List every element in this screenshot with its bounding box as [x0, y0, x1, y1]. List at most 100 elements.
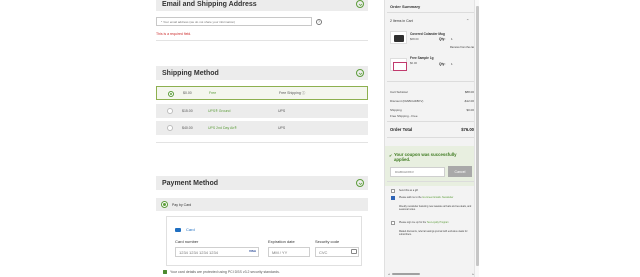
- shipping-name: UPS® Ground: [208, 109, 231, 113]
- qty-value[interactable]: 1: [451, 37, 453, 41]
- coupon-success-message: Your coupon was successfully applied.: [394, 152, 457, 162]
- product-image-sample: [390, 58, 407, 71]
- line-value: -$12.00: [463, 99, 474, 103]
- payment-section-header[interactable]: Payment Method: [156, 176, 368, 190]
- product-price: $0.00: [410, 61, 417, 65]
- order-summary-title: Order Summary: [390, 4, 421, 9]
- line-value: $0.00: [466, 108, 474, 112]
- collapse-chevron-icon[interactable]: [356, 69, 364, 77]
- payment-section-title: Payment Method: [162, 179, 219, 187]
- checkbox-checked[interactable]: [391, 196, 395, 200]
- help-icon[interactable]: ?: [316, 19, 322, 25]
- pay-method-label: Pay by Card: [172, 202, 192, 207]
- shipping-name: Free: [209, 91, 217, 95]
- email-section-title: Email and Shipping Address: [162, 0, 257, 8]
- product-price: $68.00: [410, 37, 419, 41]
- qty-label: Qty:: [439, 62, 446, 66]
- subtotal-line: Cart Subtotal $88.00: [390, 90, 474, 94]
- card-title: Card: [186, 227, 195, 232]
- discount-line: Discount (DIABCHF8KV) -$12.00: [390, 99, 474, 103]
- line-label: Shipping: [390, 108, 402, 112]
- chevron-up-icon[interactable]: ⌃: [466, 18, 469, 23]
- shipping-carrier: Free Shipping ⓘ: [279, 90, 306, 95]
- total-label: Order Total: [390, 127, 413, 132]
- expiration-input[interactable]: [268, 247, 310, 257]
- checkout-main: Email and Shipping Address ? This is a r…: [156, 0, 368, 277]
- divider: [156, 40, 368, 41]
- visa-logo-icon: VISA: [249, 249, 257, 253]
- collapse-chevron-icon[interactable]: [356, 179, 364, 187]
- option-description: Mailed discounts, referral savings journ…: [399, 230, 468, 237]
- cancel-coupon-button[interactable]: Cancel: [448, 166, 472, 177]
- email-section-header[interactable]: Email and Shipping Address: [156, 0, 368, 11]
- free-shipping-line: Free Shipping - Free: [390, 114, 474, 118]
- shipping-option-ground[interactable]: $15.00 UPS® Ground UPS: [156, 104, 368, 118]
- option-text: Send this as a gift: [399, 189, 419, 192]
- lock-icon: [163, 270, 167, 274]
- option-text-prefix: Please add me to the: [399, 196, 423, 199]
- line-value: $88.00: [464, 90, 474, 94]
- scrollbar-thumb[interactable]: [476, 6, 479, 266]
- total-value: $76.00: [461, 127, 474, 132]
- product-image-mug: [390, 31, 407, 44]
- shipping-carrier: UPS: [278, 109, 286, 113]
- qty-value[interactable]: 1: [451, 62, 453, 66]
- divider: [387, 121, 477, 122]
- radio-selected-icon[interactable]: [168, 91, 174, 97]
- option-description: Weekly newsletter featuring new teaware …: [399, 205, 472, 212]
- shipping-line: Shipping $0.00: [390, 108, 474, 112]
- loyalty-link[interactable]: Tea Loyalty Program: [427, 221, 449, 224]
- check-icon: ✔: [389, 153, 393, 158]
- option-text: Please add me to the Go-Green Emails. Ne…: [399, 196, 475, 199]
- divider: [387, 181, 477, 182]
- email-error-message: This is a required field.: [156, 32, 192, 36]
- scroll-left-icon[interactable]: ◂: [388, 272, 390, 276]
- items-count[interactable]: 2 Items in Cart: [390, 19, 413, 23]
- pay-by-card-option[interactable]: Pay by Card: [156, 198, 368, 211]
- card-form: Card Card number VISA Expiration date Se…: [166, 216, 362, 266]
- divider: [156, 142, 368, 143]
- shipping-option-free[interactable]: $0.00 Free Free Shipping ⓘ: [156, 86, 368, 100]
- scrollbar-thumb[interactable]: [392, 273, 420, 275]
- option-text: Please sign me up for the Tea Loyalty Pr…: [399, 221, 475, 224]
- line-label: Discount (DIABCHF8KV): [390, 99, 424, 103]
- card-number-label: Card number: [175, 239, 199, 244]
- shipping-price: $0.00: [183, 91, 192, 95]
- line-label: Free Shipping - Free: [390, 114, 418, 118]
- shipping-option-2day[interactable]: $40.00 UPS 2nd Day Air® UPS: [156, 121, 368, 135]
- shipping-section-title: Shipping Method: [162, 69, 219, 77]
- secure-note: Your card details are protected using PC…: [163, 270, 280, 274]
- horizontal-scrollbar[interactable]: ◂ ▸: [388, 272, 474, 276]
- shipping-name: UPS 2nd Day Air®: [208, 126, 237, 130]
- divider: [387, 12, 477, 13]
- checkbox[interactable]: [391, 221, 395, 225]
- radio-selected-icon[interactable]: [162, 202, 167, 207]
- product-name: Free Sample 1g: [410, 56, 434, 60]
- shipping-carrier: UPS: [278, 126, 286, 130]
- radio-icon[interactable]: [167, 125, 173, 131]
- line-label: Cart Subtotal: [390, 90, 408, 94]
- shipping-price: $40.00: [182, 126, 193, 130]
- divider: [387, 137, 477, 138]
- collapse-chevron-icon[interactable]: [356, 0, 364, 8]
- order-total: Order Total $76.00: [390, 127, 474, 132]
- card-tab[interactable]: Card: [175, 227, 195, 232]
- qty-label: Qty:: [439, 37, 446, 41]
- checkbox[interactable]: [391, 189, 395, 193]
- email-field[interactable]: [156, 17, 312, 26]
- card-number-input[interactable]: [175, 247, 259, 257]
- radio-icon[interactable]: [167, 108, 173, 114]
- coupon-panel: ✔ Your coupon was successfully applied. …: [385, 146, 478, 186]
- order-summary: Order Summary 2 Items in Cart ⌃ Covered …: [384, 0, 478, 277]
- shipping-price: $15.00: [182, 109, 193, 113]
- option-text-prefix: Please sign me up for the: [399, 221, 427, 224]
- expiration-label: Expiration date: [268, 239, 295, 244]
- vertical-scrollbar[interactable]: [474, 0, 479, 277]
- shipping-section-header[interactable]: Shipping Method: [156, 66, 368, 80]
- newsletter-link[interactable]: Go-Green Emails. Newsletter: [422, 196, 453, 199]
- coupon-input[interactable]: [390, 167, 445, 177]
- divider: [387, 81, 477, 82]
- remove-link[interactable]: Remove from the cart: [450, 46, 475, 49]
- secure-note-text: Your card details are protected using PC…: [170, 270, 280, 274]
- credit-card-icon: [175, 227, 181, 232]
